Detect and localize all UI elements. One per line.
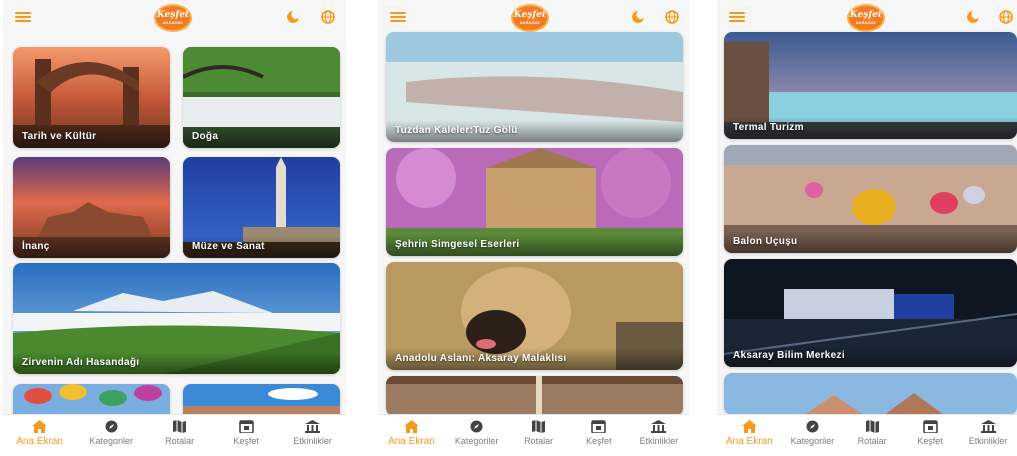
museum-icon — [651, 420, 667, 433]
compass-icon — [105, 420, 118, 433]
museum-icon — [305, 420, 321, 433]
attraction-card-landmarks[interactable]: Şehrin Simgesel Eserleri — [386, 148, 683, 256]
attraction-card-next[interactable] — [386, 376, 683, 416]
card-label: Aksaray Bilim Merkezi — [733, 350, 845, 361]
map-icon — [865, 420, 879, 433]
category-card-museum-art[interactable]: Müze ve Sanat — [183, 157, 340, 258]
nav-item-categories[interactable]: Kategoriler — [455, 420, 498, 446]
top-bar: Keşfet AKSARAY — [3, 0, 346, 36]
nav-item-discover[interactable]: Keşfet — [226, 420, 266, 446]
menu-icon[interactable] — [390, 12, 406, 22]
card-label: Tarih ve Kültür — [22, 131, 97, 142]
activity-card-balloon[interactable]: Balon Uçuşu — [724, 145, 1017, 253]
museum-icon — [980, 420, 996, 433]
app-logo: Keşfet AKSARAY — [154, 4, 192, 32]
bottom-nav: Ana Ekran Kategoriler Rotalar Keşfet Etk… — [3, 414, 346, 456]
card-label: Müze ve Sanat — [192, 241, 265, 252]
activity-card-science-center[interactable]: Aksaray Bilim Merkezi — [724, 259, 1017, 367]
card-label: Termal Turizm — [733, 122, 804, 133]
nav-item-events[interactable]: Etkinlikler — [639, 420, 679, 446]
nav-item-routes[interactable]: Rotalar — [852, 420, 892, 446]
attraction-card-salt-lake[interactable]: Tuzdan Kaleler:Tuz Gölü — [386, 32, 683, 142]
menu-icon[interactable] — [15, 12, 31, 22]
home-icon — [403, 420, 419, 433]
nav-item-routes[interactable]: Rotalar — [519, 420, 559, 446]
calendar-icon — [591, 420, 607, 433]
category-card-hasandagi[interactable]: Zirvenin Adı Hasandağı — [13, 263, 340, 374]
globe-icon[interactable] — [321, 10, 335, 24]
globe-icon[interactable] — [999, 10, 1013, 24]
nav-item-home[interactable]: Ana Ekran — [16, 420, 63, 447]
attraction-card-kangal-dog[interactable]: Anadolu Aslanı: Aksaray Malaklısı — [386, 262, 683, 370]
moon-icon[interactable] — [967, 11, 979, 23]
card-image — [386, 376, 683, 416]
screenshot-collage: Keşfet AKSARAY Tarih ve Kültür Doğa İnan… — [0, 0, 1017, 456]
activity-card-thermal[interactable]: Termal Turizm — [724, 32, 1017, 139]
bottom-nav: Ana Ekran Kategoriler Rotalar Keşfet Etk… — [378, 414, 689, 456]
nav-item-routes[interactable]: Rotalar — [160, 420, 200, 446]
top-bar: Keşfet AKSARAY — [378, 0, 689, 36]
nav-item-events[interactable]: Etkinlikler — [968, 420, 1008, 446]
card-label: Balon Uçuşu — [733, 236, 798, 247]
bottom-nav: Ana Ekran Kategoriler Rotalar Keşfet Etk… — [717, 414, 1017, 456]
calendar-icon — [238, 420, 254, 433]
compass-icon — [806, 420, 819, 433]
nav-item-events[interactable]: Etkinlikler — [293, 420, 333, 446]
map-icon — [532, 420, 546, 433]
app-logo: Keşfet AKSARAY — [847, 4, 885, 32]
globe-icon[interactable] — [665, 10, 679, 24]
nav-item-discover[interactable]: Keşfet — [910, 420, 950, 446]
home-icon — [32, 420, 48, 433]
nav-item-home[interactable]: Ana Ekran — [388, 420, 435, 447]
moon-icon[interactable] — [632, 11, 644, 23]
card-label: Zirvenin Adı Hasandağı — [22, 357, 140, 368]
phone-screen-activities: Keşfet AKSARAY Termal Turizm Balon Uçuşu… — [717, 0, 1017, 456]
category-card-faith[interactable]: İnanç — [13, 157, 170, 258]
card-label: İnanç — [22, 241, 50, 252]
nav-item-discover[interactable]: Keşfet — [579, 420, 619, 446]
card-image — [724, 373, 1017, 415]
app-logo: Keşfet AKSARAY — [511, 4, 549, 32]
card-label: Şehrin Simgesel Eserleri — [395, 239, 520, 250]
category-card-nature[interactable]: Doğa — [183, 47, 340, 148]
compass-icon — [470, 420, 483, 433]
nav-item-categories[interactable]: Kategoriler — [90, 420, 133, 446]
home-icon — [741, 420, 757, 433]
card-label: Tuzdan Kaleler:Tuz Gölü — [395, 125, 518, 136]
menu-icon[interactable] — [729, 12, 745, 22]
category-card-history[interactable]: Tarih ve Kültür — [13, 47, 170, 148]
activity-card-next[interactable] — [724, 373, 1017, 415]
card-label: Doğa — [192, 131, 219, 142]
map-icon — [173, 420, 187, 433]
nav-item-categories[interactable]: Kategoriler — [791, 420, 834, 446]
nav-item-home[interactable]: Ana Ekran — [726, 420, 773, 447]
calendar-icon — [922, 420, 938, 433]
phone-screen-home: Keşfet AKSARAY Tarih ve Kültür Doğa İnan… — [3, 0, 346, 456]
phone-screen-attractions: Keşfet AKSARAY Tuzdan Kaleler:Tuz Gölü Ş… — [378, 0, 689, 456]
top-bar: Keşfet AKSARAY — [717, 0, 1017, 36]
card-label: Anadolu Aslanı: Aksaray Malaklısı — [395, 353, 567, 364]
moon-icon[interactable] — [287, 11, 299, 23]
